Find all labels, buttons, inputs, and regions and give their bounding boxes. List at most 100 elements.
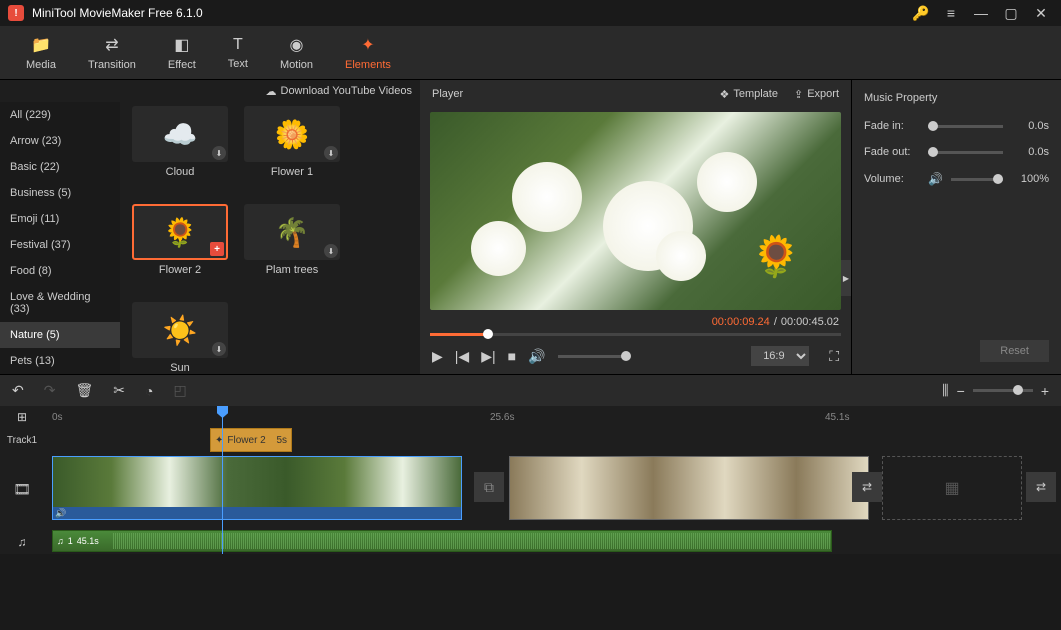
download-icon[interactable]: ⬇ bbox=[212, 342, 226, 356]
aspect-select[interactable]: 16:9 bbox=[751, 346, 809, 366]
elements-icon: ✦ bbox=[361, 35, 374, 55]
category-item[interactable]: Arrow (23) bbox=[0, 128, 120, 154]
add-track-icon[interactable]: ⊞ bbox=[0, 406, 44, 428]
fadein-label: Fade in: bbox=[864, 120, 920, 132]
zoom-out-icon[interactable]: − bbox=[957, 383, 965, 399]
ruler-mark: 45.1s bbox=[825, 412, 849, 423]
volume-prop-slider[interactable] bbox=[951, 178, 1003, 181]
stop-icon[interactable]: ■ bbox=[508, 348, 516, 364]
split-icon[interactable]: ✂ bbox=[113, 382, 125, 399]
element-name: Cloud bbox=[166, 166, 195, 178]
menu-icon[interactable]: ≡ bbox=[939, 1, 963, 25]
tab-media[interactable]: 📁Media bbox=[10, 31, 72, 75]
player-title: Player bbox=[432, 88, 703, 100]
ruler-mark: 0s bbox=[52, 412, 63, 423]
audio-track-icon: ♫ bbox=[0, 530, 44, 554]
key-icon[interactable]: 🔑 bbox=[909, 1, 933, 25]
volume-icon[interactable]: 🔊 bbox=[528, 348, 545, 365]
element-name: Plam trees bbox=[266, 264, 319, 276]
window-title: MiniTool MovieMaker Free 6.1.0 bbox=[32, 6, 903, 20]
export-icon: ⇪ bbox=[794, 88, 803, 101]
category-item[interactable]: Emoji (11) bbox=[0, 206, 120, 232]
fadein-slider[interactable] bbox=[928, 125, 1003, 128]
fadeout-label: Fade out: bbox=[864, 146, 920, 158]
fullscreen-icon[interactable]: ⛶ bbox=[829, 348, 839, 365]
music-icon: ♫ bbox=[57, 536, 64, 546]
element-thumb[interactable]: 🌴⬇ bbox=[244, 204, 340, 260]
category-item[interactable]: All (229) bbox=[0, 102, 120, 128]
download-icon[interactable]: ⬇ bbox=[324, 146, 338, 160]
text-icon: T bbox=[233, 36, 243, 54]
video-track-icon: 🎞 bbox=[0, 454, 44, 524]
swap-icon[interactable]: ⇄ bbox=[1026, 472, 1056, 502]
category-item[interactable]: Festival (37) bbox=[0, 232, 120, 258]
effect-icon: ◧ bbox=[174, 35, 189, 55]
zoom-in-icon[interactable]: + bbox=[1041, 383, 1049, 399]
category-item[interactable]: Food (8) bbox=[0, 258, 120, 284]
element-name: Flower 1 bbox=[271, 166, 313, 178]
next-frame-icon[interactable]: ▶| bbox=[481, 348, 495, 365]
undo-icon[interactable]: ↶ bbox=[12, 382, 24, 399]
speaker-icon[interactable]: 🔊 bbox=[928, 172, 943, 186]
category-item[interactable]: Love & Wedding (33) bbox=[0, 284, 120, 322]
app-logo: ! bbox=[8, 5, 24, 21]
playhead[interactable] bbox=[222, 406, 223, 554]
close-icon[interactable]: ✕ bbox=[1029, 1, 1053, 25]
play-icon[interactable]: ▶ bbox=[432, 348, 443, 365]
motion-icon: ◉ bbox=[290, 35, 304, 55]
panel-expand-icon[interactable]: ▶ bbox=[841, 260, 851, 296]
track-label: Track1 bbox=[0, 435, 44, 446]
category-item[interactable]: Basic (22) bbox=[0, 154, 120, 180]
template-button[interactable]: ❖ Template bbox=[719, 88, 778, 101]
swap-icon[interactable]: ⇄ bbox=[852, 472, 882, 502]
tab-transition[interactable]: ⇄Transition bbox=[72, 31, 152, 75]
element-name: Flower 2 bbox=[159, 264, 201, 276]
clip-volume-icon: 🔊 bbox=[55, 508, 66, 519]
category-item[interactable]: Pets (13) bbox=[0, 348, 120, 374]
cloud-download-icon: ☁ bbox=[266, 85, 277, 98]
fadeout-value: 0.0s bbox=[1011, 146, 1049, 158]
total-time: 00:00:45.02 bbox=[781, 316, 839, 328]
category-item[interactable]: Business (5) bbox=[0, 180, 120, 206]
fadeout-slider[interactable] bbox=[928, 151, 1003, 154]
video-preview[interactable]: 🌻 bbox=[430, 112, 841, 310]
tab-elements[interactable]: ✦Elements bbox=[329, 31, 407, 75]
tab-motion[interactable]: ◉Motion bbox=[264, 31, 329, 75]
media-icon: 📁 bbox=[31, 35, 51, 55]
download-icon[interactable]: ⬇ bbox=[324, 244, 338, 258]
drop-zone[interactable]: ▦ bbox=[882, 456, 1022, 520]
video-clip[interactable] bbox=[509, 456, 869, 520]
audio-clip[interactable]: ♫ 1 45.1s bbox=[52, 530, 832, 552]
current-time: 00:00:09.24 bbox=[712, 316, 770, 328]
volume-value: 100% bbox=[1011, 173, 1049, 185]
category-item[interactable]: Nature (5) bbox=[0, 322, 120, 348]
redo-icon[interactable]: ↷ bbox=[44, 382, 56, 399]
prev-frame-icon[interactable]: |◀ bbox=[455, 348, 469, 365]
tab-effect[interactable]: ◧Effect bbox=[152, 31, 212, 75]
flower-overlay-icon: 🌻 bbox=[751, 233, 801, 280]
property-title: Music Property bbox=[864, 92, 1049, 104]
volume-slider[interactable] bbox=[558, 355, 628, 358]
add-icon[interactable]: + bbox=[210, 242, 224, 256]
element-thumb[interactable]: 🌻+ bbox=[132, 204, 228, 260]
reset-button[interactable]: Reset bbox=[980, 340, 1049, 362]
zoom-slider[interactable] bbox=[973, 389, 1033, 392]
minimize-icon[interactable]: — bbox=[969, 1, 993, 25]
element-thumb[interactable]: ☁️⬇ bbox=[132, 106, 228, 162]
fit-icon[interactable]: ⫼ bbox=[942, 382, 948, 399]
maximize-icon[interactable]: ▢ bbox=[999, 1, 1023, 25]
video-clip[interactable]: 🔊 bbox=[52, 456, 462, 520]
element-thumb[interactable]: ☀️⬇ bbox=[132, 302, 228, 358]
fadein-value: 0.0s bbox=[1011, 120, 1049, 132]
element-thumb[interactable]: 🌼⬇ bbox=[244, 106, 340, 162]
seek-slider[interactable] bbox=[430, 330, 841, 338]
tab-text[interactable]: TText bbox=[212, 32, 264, 74]
layers-icon: ❖ bbox=[719, 88, 729, 101]
download-youtube-link[interactable]: ☁ Download YouTube Videos bbox=[0, 80, 420, 102]
export-button[interactable]: ⇪ Export bbox=[794, 88, 839, 101]
delete-icon[interactable]: 🗑 bbox=[75, 382, 93, 399]
download-icon[interactable]: ⬇ bbox=[212, 146, 226, 160]
ruler-mark: 25.6s bbox=[490, 412, 514, 423]
element-name: Sun bbox=[170, 362, 190, 374]
transition-slot[interactable]: ⧉ bbox=[474, 472, 504, 502]
